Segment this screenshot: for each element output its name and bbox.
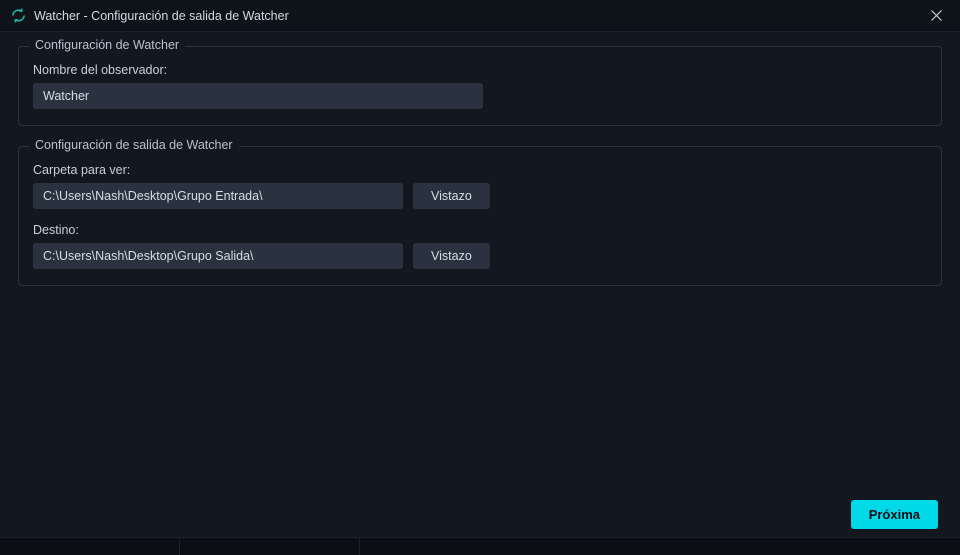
destination-label: Destino: bbox=[33, 223, 927, 237]
next-button[interactable]: Próxima bbox=[851, 500, 938, 529]
watch-folder-browse-button[interactable]: Vistazo bbox=[413, 183, 490, 209]
observer-name-input[interactable] bbox=[33, 83, 483, 109]
destination-input[interactable] bbox=[33, 243, 403, 269]
titlebar: Watcher - Configuración de salida de Wat… bbox=[0, 0, 960, 32]
statusbar-segment bbox=[180, 538, 360, 555]
footer: Próxima bbox=[851, 500, 938, 529]
window-title: Watcher - Configuración de salida de Wat… bbox=[34, 9, 922, 23]
content-area: Configuración de Watcher Nombre del obse… bbox=[0, 32, 960, 320]
statusbar bbox=[0, 537, 960, 555]
watch-folder-row: Vistazo bbox=[33, 183, 927, 209]
destination-row: Vistazo bbox=[33, 243, 927, 269]
output-config-legend: Configuración de salida de Watcher bbox=[29, 138, 239, 152]
destination-browse-button[interactable]: Vistazo bbox=[413, 243, 490, 269]
watch-folder-input[interactable] bbox=[33, 183, 403, 209]
observer-name-label: Nombre del observador: bbox=[33, 63, 927, 77]
watcher-config-legend: Configuración de Watcher bbox=[29, 38, 185, 52]
statusbar-segment bbox=[0, 538, 180, 555]
close-icon bbox=[931, 10, 942, 21]
app-icon bbox=[10, 8, 26, 24]
watcher-config-section: Configuración de Watcher Nombre del obse… bbox=[18, 46, 942, 126]
watch-folder-label: Carpeta para ver: bbox=[33, 163, 927, 177]
close-button[interactable] bbox=[922, 4, 950, 28]
output-config-section: Configuración de salida de Watcher Carpe… bbox=[18, 146, 942, 286]
